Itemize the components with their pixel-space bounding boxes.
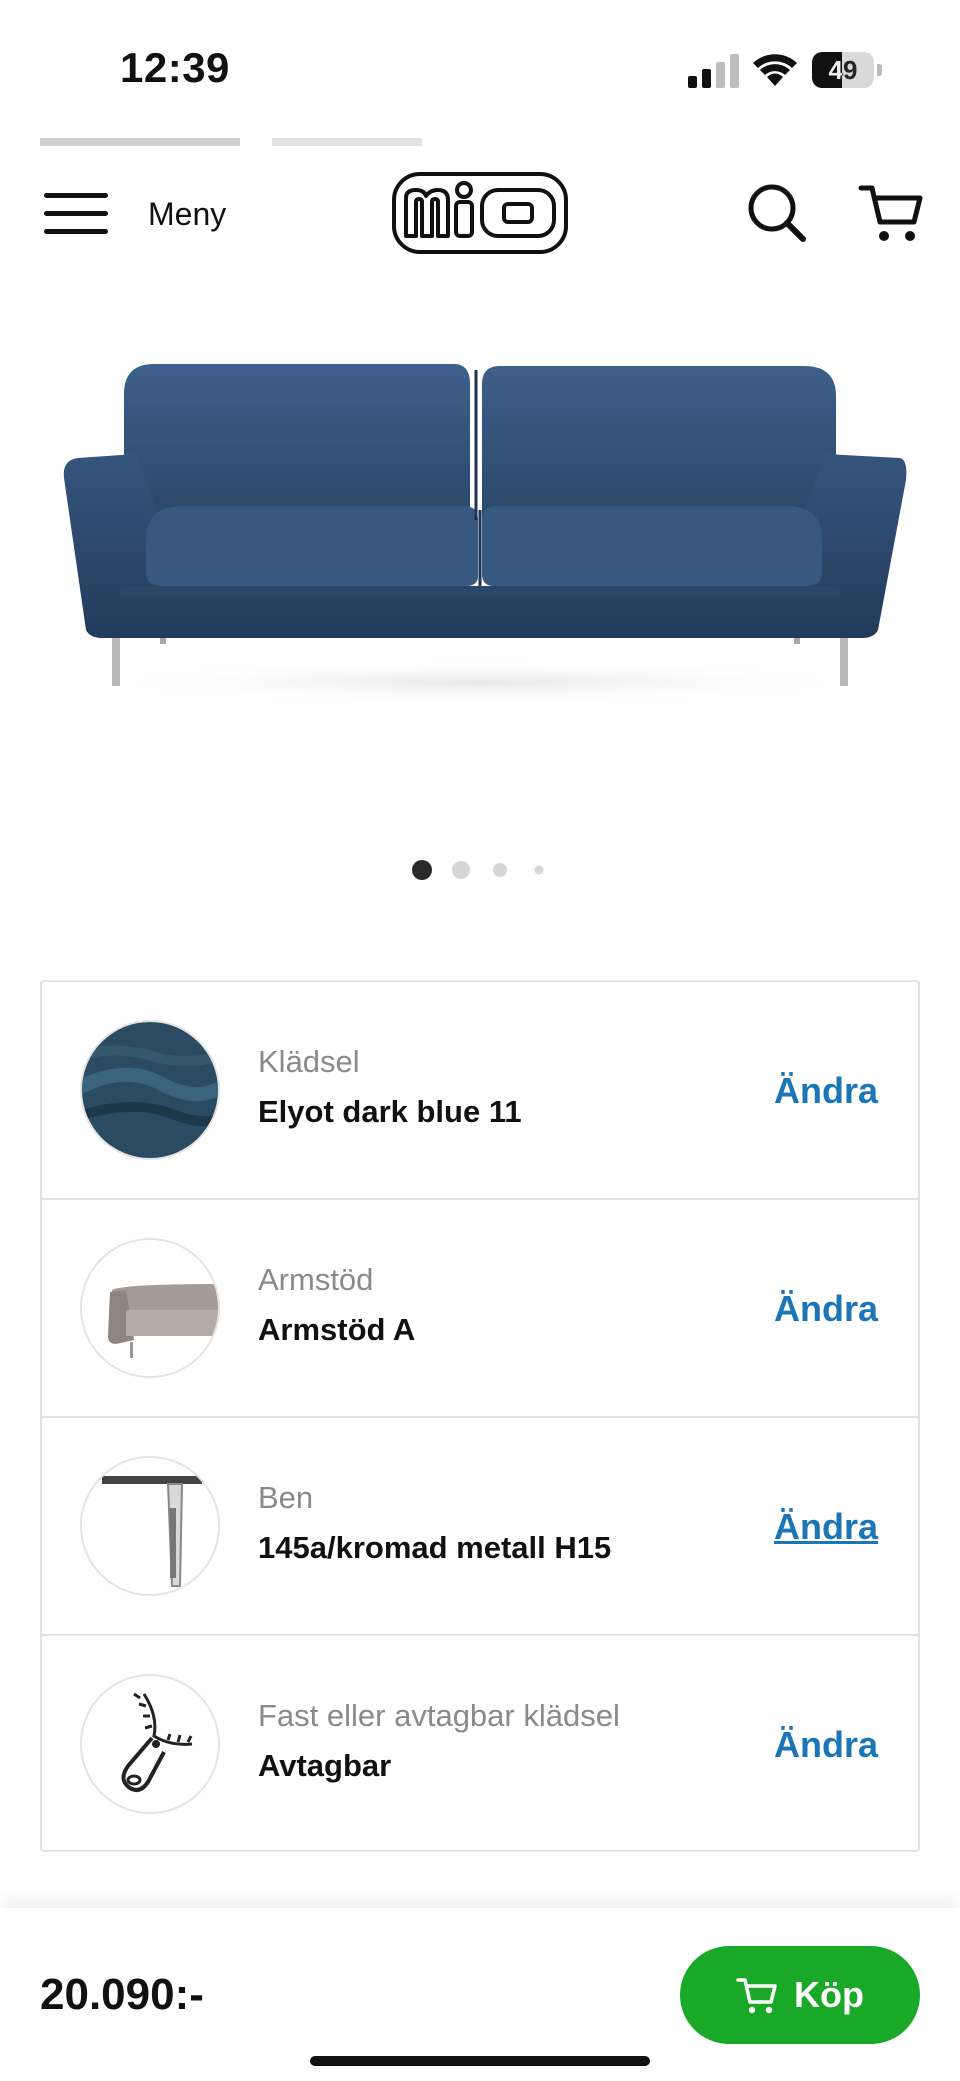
menu-label: Meny (148, 195, 227, 232)
cellular-signal-icon (688, 54, 739, 88)
fabric-swatch-thumbnail (80, 1020, 220, 1160)
cart-icon[interactable] (858, 180, 924, 246)
option-row-legs[interactable]: Ben 145a/kromad metall H15 Ändra (42, 1418, 918, 1636)
pagination-dot (452, 861, 470, 879)
option-label: Fast eller avtagbar klädsel (258, 1698, 620, 1733)
change-upholstery-link[interactable]: Ändra (774, 1070, 878, 1112)
option-label: Armstöd (258, 1262, 374, 1297)
battery-percentage: 49 (828, 55, 858, 85)
purchase-bar: 20.090:- Köp (0, 1908, 960, 2081)
menu-button[interactable]: Meny (44, 184, 226, 244)
buy-button-label: Köp (794, 1974, 864, 2015)
gallery-pagination[interactable] (0, 860, 960, 880)
option-row-removable-cover[interactable]: Fast eller avtagbar klädsel Avtagbar Änd… (42, 1636, 918, 1854)
option-row-upholstery[interactable]: Klädsel Elyot dark blue 11 Ändra (42, 982, 918, 1200)
change-legs-link[interactable]: Ändra (774, 1506, 878, 1548)
armrest-thumbnail (80, 1238, 220, 1378)
battery-icon: 49 (812, 52, 882, 88)
wifi-icon (753, 54, 797, 86)
option-label: Klädsel (258, 1044, 360, 1079)
pagination-dot-active (412, 860, 432, 880)
option-label: Ben (258, 1480, 314, 1515)
scrolled-banner-remnant (40, 138, 422, 146)
option-row-armrest[interactable]: Armstöd Armstöd A Ändra (42, 1200, 918, 1418)
option-value: Armstöd A (258, 1312, 416, 1347)
option-value: Avtagbar (258, 1748, 392, 1783)
pagination-dot (534, 865, 544, 875)
hamburger-menu-icon (44, 189, 110, 239)
status-time: 12:39 (120, 44, 230, 91)
search-icon[interactable] (746, 182, 808, 244)
cart-icon (736, 1978, 777, 2014)
status-bar: 12:39 49 (0, 0, 960, 130)
option-value: Elyot dark blue 11 (258, 1094, 522, 1129)
pagination-dot (493, 863, 507, 877)
mio-logo[interactable] (392, 172, 568, 254)
blue-sofa-image (63, 364, 907, 700)
option-value: 145a/kromad metall H15 (258, 1530, 612, 1565)
zipper-icon (80, 1674, 220, 1814)
site-header: Meny (0, 130, 960, 300)
buy-button[interactable]: Köp (680, 1946, 920, 2044)
leg-thumbnail (80, 1456, 220, 1596)
change-removable-cover-link[interactable]: Ändra (774, 1724, 878, 1766)
product-options: Klädsel Elyot dark blue 11 Ändra Armstöd… (40, 980, 920, 1852)
change-armrest-link[interactable]: Ändra (774, 1288, 878, 1330)
product-gallery[interactable] (0, 300, 960, 880)
product-price: 20.090:- (40, 1970, 204, 2019)
home-indicator[interactable] (310, 2056, 650, 2066)
